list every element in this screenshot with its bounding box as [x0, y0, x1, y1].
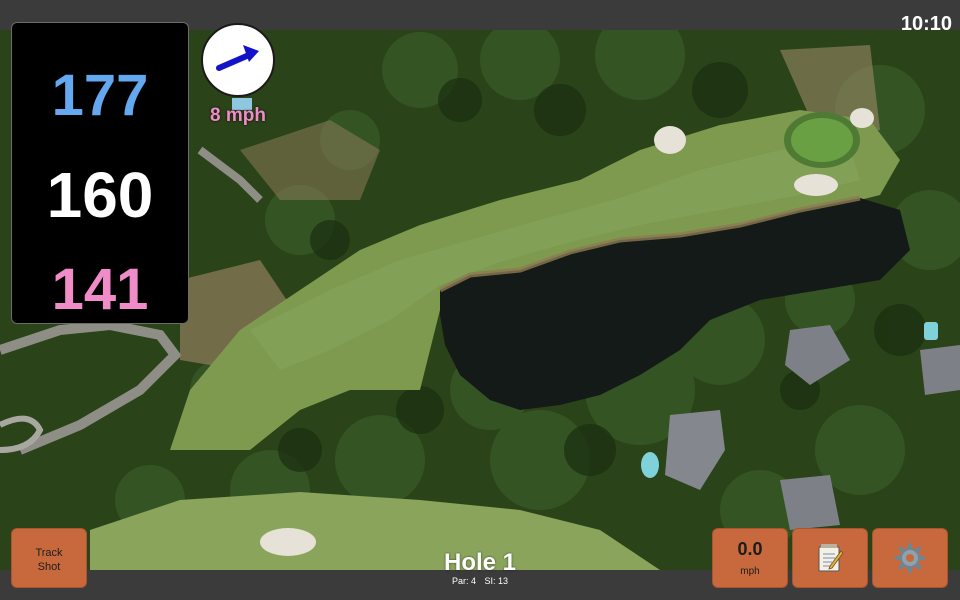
hole-info: Par: 4 SI: 13 — [380, 577, 580, 586]
house-roof — [920, 345, 960, 395]
stroke-index-label: SI: 13 — [484, 576, 509, 586]
gear-icon — [895, 543, 925, 573]
track-shot-button[interactable]: Track Shot — [11, 528, 87, 588]
wind-arrow-icon — [216, 45, 259, 71]
bunker — [850, 108, 874, 128]
distance-front: 141 — [51, 257, 149, 322]
settings-button[interactable] — [872, 528, 948, 588]
distance-middle: 160 — [46, 159, 154, 231]
speed-value: 0.0 — [737, 539, 763, 559]
track-shot-label-line1: Track — [35, 547, 63, 559]
distance-back: 177 — [51, 63, 149, 128]
notepad-icon — [818, 544, 844, 572]
pool — [641, 452, 659, 478]
distance-panel: 177 160 141 — [11, 22, 189, 324]
bunker — [260, 528, 316, 556]
par-label: Par: 4 — [451, 576, 476, 586]
hole-title: Hole 1 — [443, 549, 517, 576]
house-roof — [780, 475, 840, 530]
speed-button[interactable]: 0.0 mph — [712, 528, 788, 588]
wind-speed: 8 mph — [210, 105, 266, 126]
bunker — [794, 174, 838, 196]
notes-button[interactable] — [792, 528, 868, 588]
bunker — [654, 126, 686, 154]
track-shot-label-line2: Shot — [37, 561, 61, 573]
pool — [924, 322, 938, 340]
green-surface — [791, 118, 853, 162]
speed-unit: mph — [740, 566, 760, 577]
wind-direction-dial — [201, 23, 275, 97]
